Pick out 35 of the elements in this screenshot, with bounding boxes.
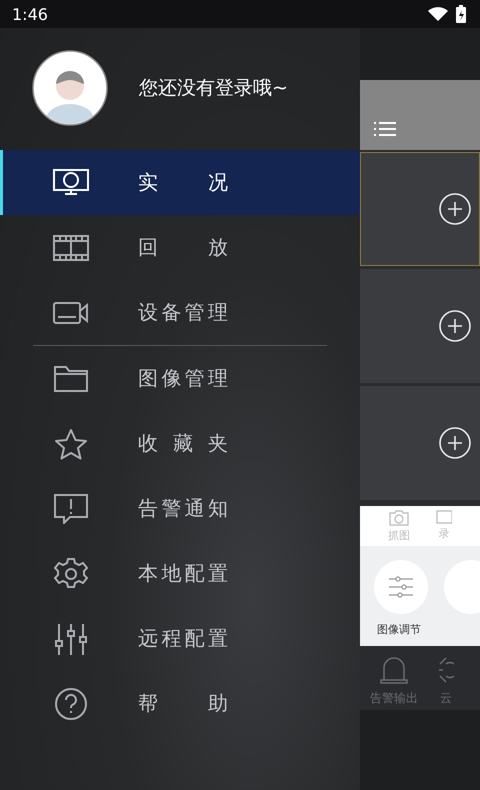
tool-label: 图像调节 [377,622,421,637]
sliders-icon [55,622,87,654]
menu-item[interactable]: 收 藏 夹 [0,411,360,476]
menu-item[interactable]: 告警通知 [0,476,360,541]
menu-item[interactable]: 图像管理 [0,346,360,411]
clock: 1:46 [12,4,48,24]
avatar[interactable] [32,50,108,126]
wifi-icon [428,7,448,21]
star-icon [54,428,88,460]
add-icon[interactable] [438,192,472,226]
add-icon[interactable] [438,426,472,460]
menu-item[interactable]: 远程配置 [0,606,360,671]
siren-icon [380,656,408,684]
menu-icon[interactable] [374,122,396,136]
menu-item[interactable]: 回 放 [0,215,360,280]
login-prompt[interactable]: 您还没有登录哦~ [139,75,288,101]
menu-item[interactable]: 帮 助 [0,671,360,736]
video-camera-icon [53,300,89,324]
alert-icon [54,494,88,524]
settings-icon [54,556,88,590]
help-icon [54,686,88,720]
monitor-icon [53,168,89,196]
battery-icon [456,5,466,23]
film-icon [53,234,89,260]
video-tile[interactable] [360,386,480,500]
sliders-icon [388,576,414,598]
menu-item[interactable]: 本地配置 [0,541,360,606]
menu-item[interactable]: 实 况 [0,150,360,215]
folder-icon [54,366,88,392]
direction-icon [438,656,454,684]
menu-item[interactable]: 设备管理 [0,280,360,345]
add-icon[interactable] [438,309,472,343]
video-tile[interactable] [360,152,480,266]
camera-icon [389,510,409,526]
video-tile[interactable] [360,269,480,383]
